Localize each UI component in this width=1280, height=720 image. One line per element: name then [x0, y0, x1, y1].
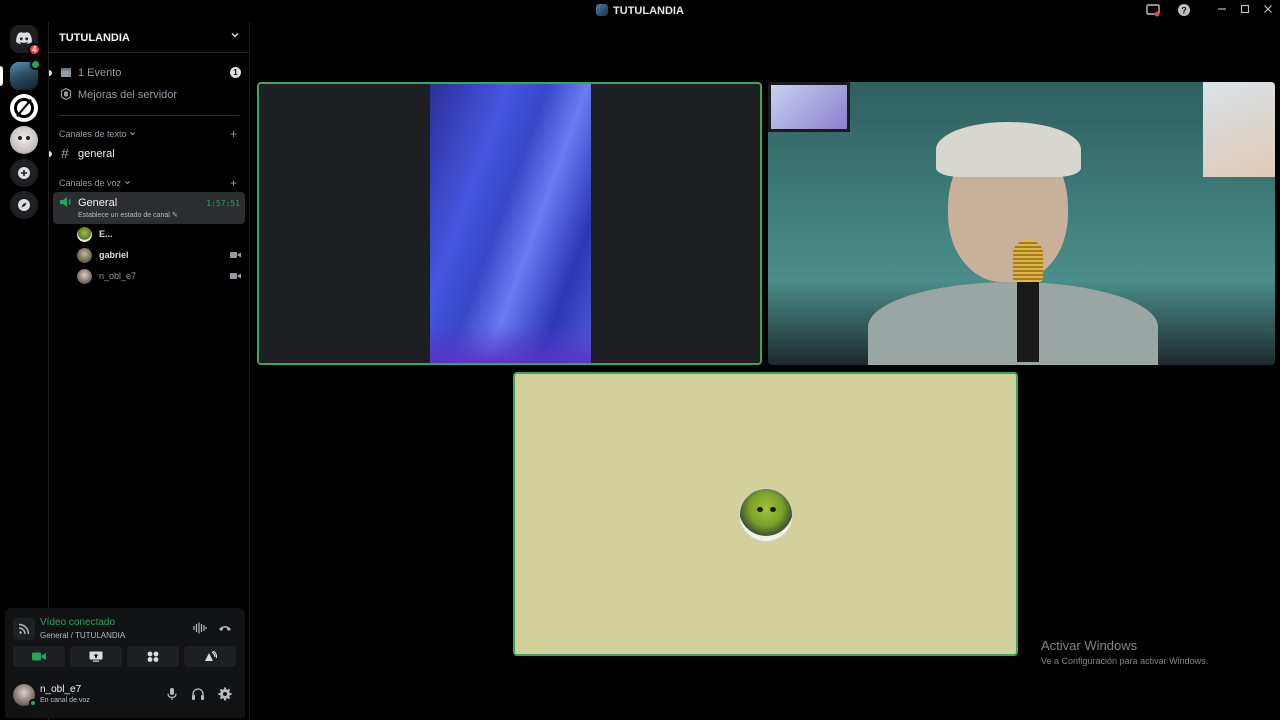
activities-button[interactable]: [127, 646, 179, 667]
avatar: [77, 248, 92, 263]
events-count-badge: 1: [230, 67, 241, 78]
selected-server-indicator: [0, 66, 3, 86]
calendar-icon: [61, 68, 71, 77]
channel-label: general: [78, 148, 115, 160]
online-status-dot: [29, 699, 37, 707]
discord-logo-icon: [16, 32, 32, 44]
maximize-button[interactable]: [1237, 3, 1253, 19]
chevron-down-icon: [130, 132, 136, 136]
add-channel-icon[interactable]: +: [230, 127, 237, 141]
compass-icon: [18, 199, 30, 211]
disconnect-icon[interactable]: [218, 622, 232, 634]
unread-indicator: [49, 70, 52, 76]
connection-signal-icon[interactable]: [13, 618, 35, 640]
voice-connection-panel: Vídeo conectado General / TUTULANDIA: [5, 608, 245, 672]
server-boost-item[interactable]: Mejoras del servidor: [53, 85, 245, 105]
window-title: TUTULANDIA: [0, 4, 1280, 17]
voice-user-name: E...: [99, 229, 113, 239]
server-activity-dot: [30, 59, 41, 70]
connection-state[interactable]: Vídeo conectado: [40, 617, 115, 628]
chevron-down-icon: [124, 181, 130, 185]
events-label: 1 Evento: [78, 67, 122, 79]
voice-user[interactable]: E...: [77, 225, 241, 245]
boost-label: Mejoras del servidor: [78, 89, 178, 101]
watermark-title: Activar Windows: [1041, 638, 1138, 653]
server-tutulandia[interactable]: [10, 59, 41, 90]
server-icon: [596, 4, 609, 16]
voice-user-name: gabriel: [99, 250, 129, 260]
window-title-text: TUTULANDIA: [613, 5, 684, 17]
noise-suppression-icon[interactable]: [193, 622, 207, 634]
video-tile[interactable]: [768, 82, 1275, 365]
activities-icon: [147, 651, 159, 662]
minimize-button[interactable]: [1214, 3, 1230, 19]
channel-status-text: Establece un estado de canal: [78, 212, 170, 219]
add-server-button[interactable]: [10, 159, 38, 187]
video-feed-person: [868, 122, 1158, 365]
watermark-subtitle: Ve a Configuración para activar Windows.: [1041, 656, 1209, 666]
video-tile[interactable]: [257, 82, 762, 365]
inbox-icon[interactable]: [1145, 3, 1161, 19]
avatar: [77, 227, 92, 242]
soundboard-button[interactable]: [184, 646, 236, 667]
explore-servers-button[interactable]: [10, 191, 38, 219]
voice-user[interactable]: n_obl_e7: [77, 267, 241, 287]
settings-gear-icon[interactable]: [218, 687, 232, 701]
camera-icon: [230, 252, 241, 258]
direct-messages-button[interactable]: 4: [10, 25, 41, 56]
server-name: TUTULANDIA: [59, 32, 130, 44]
server-icon-3[interactable]: [10, 126, 38, 154]
participant-avatar: [739, 488, 793, 542]
username[interactable]: n_obl_e7: [40, 684, 81, 695]
close-button[interactable]: [1260, 3, 1276, 19]
notification-badge: 4: [28, 43, 41, 56]
avatar-tile[interactable]: [513, 372, 1018, 656]
user-status: En canal de voz: [40, 697, 90, 704]
soundboard-icon: [205, 651, 217, 661]
pencil-icon: ✎: [171, 212, 178, 219]
video-feed-background: [1203, 82, 1275, 177]
sidebar-divider: [59, 115, 239, 116]
windows-activation-watermark: Activar Windows Ve a Configuración para …: [1041, 638, 1208, 666]
channel-status-prompt[interactable]: Establece un estado de canal ✎: [78, 211, 178, 219]
video-camera-icon: [32, 652, 46, 661]
call-timer: 1:57:51: [206, 199, 240, 208]
chevron-down-icon: [230, 30, 240, 43]
speaker-icon: [60, 197, 71, 207]
voice-category-label: Canales de voz: [59, 178, 122, 188]
user-panel: n_obl_e7 En canal de voz: [5, 672, 245, 718]
svg-text:?: ?: [1181, 6, 1187, 16]
title-bar: TUTULANDIA ?: [0, 0, 1280, 22]
hashtag-icon: #: [61, 145, 69, 161]
video-feed-background: [768, 82, 850, 132]
camera-icon: [230, 273, 241, 279]
voice-channels-category[interactable]: Canales de voz +: [59, 176, 241, 192]
server-icon-2[interactable]: [10, 94, 38, 122]
headphones-icon[interactable]: [191, 687, 205, 701]
voice-channel-label: General: [78, 197, 118, 209]
help-icon[interactable]: ?: [1176, 3, 1192, 19]
voice-user-name: n_obl_e7: [99, 271, 137, 281]
text-channels-category[interactable]: Canales de texto +: [59, 127, 241, 143]
unread-indicator: [49, 151, 52, 157]
video-feed: [430, 84, 591, 363]
channel-general[interactable]: # general: [49, 144, 245, 164]
text-category-label: Canales de texto: [59, 129, 127, 139]
screen-share-icon: [89, 651, 103, 662]
voice-channel-general[interactable]: General 1:57:51 Establece un estado de c…: [53, 192, 245, 224]
connection-location[interactable]: General / TUTULANDIA: [40, 631, 125, 640]
boost-icon: [60, 88, 72, 100]
screen-share-button[interactable]: [70, 646, 122, 667]
plus-icon: [18, 167, 30, 179]
voice-user[interactable]: gabriel: [77, 246, 241, 266]
camera-button[interactable]: [13, 646, 65, 667]
microphone-icon[interactable]: [165, 687, 179, 701]
video-feed-microphone: [1011, 240, 1045, 365]
server-header[interactable]: TUTULANDIA: [49, 22, 250, 53]
avatar: [77, 269, 92, 284]
events-item[interactable]: 1 Evento 1: [49, 63, 245, 83]
add-channel-icon[interactable]: +: [230, 176, 237, 190]
